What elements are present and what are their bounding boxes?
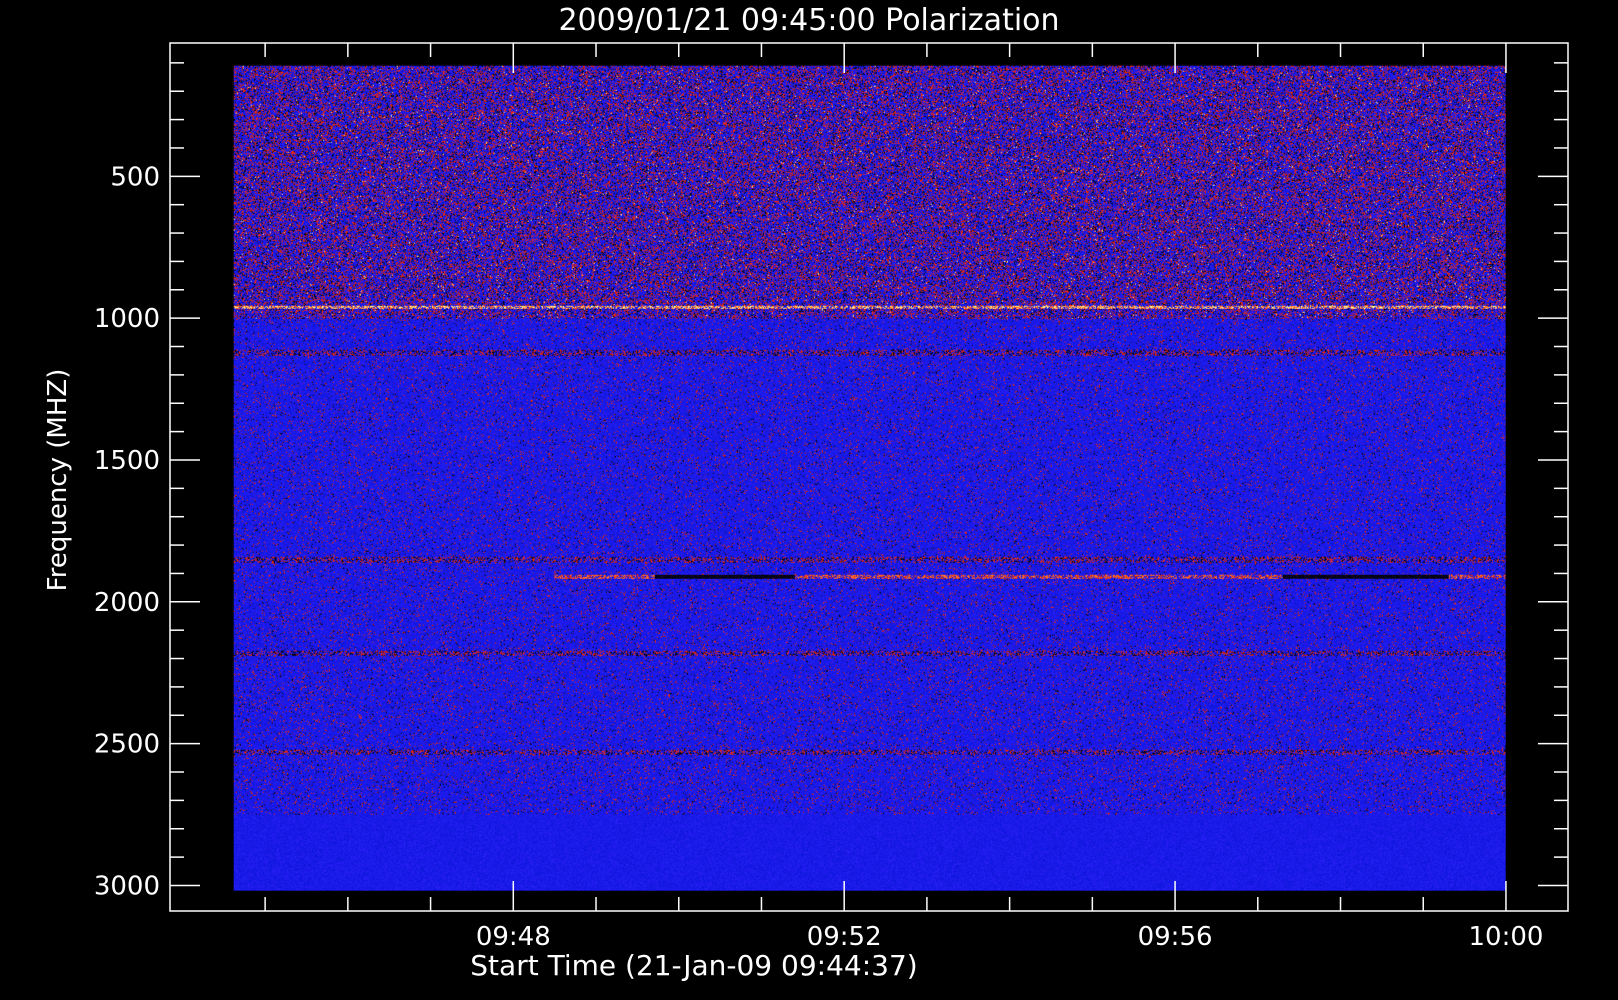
y-tick-label: 3000 xyxy=(94,871,160,901)
y-tick-label: 1500 xyxy=(94,446,160,476)
heatmap-image xyxy=(233,65,1506,891)
spectrogram-chart: 2009/01/21 09:45:00 Polarization 500 1000… xyxy=(43,3,1569,982)
heatmap xyxy=(233,65,1506,891)
y-tick-label: 500 xyxy=(110,162,160,192)
y-tick-label: 1000 xyxy=(94,304,160,334)
y-tick-label: 2000 xyxy=(94,588,160,618)
x-tick-label: 10:00 xyxy=(1468,922,1543,952)
x-axis-label: Start Time (21-Jan-09 09:44:37) xyxy=(470,949,917,982)
y-tick-label: 2500 xyxy=(94,730,160,760)
y-axis-label: Frequency (MHZ) xyxy=(43,369,73,592)
x-tick-label: 09:56 xyxy=(1138,922,1213,952)
chart-title: 2009/01/21 09:45:00 Polarization xyxy=(558,3,1059,38)
x-tick-label: 09:52 xyxy=(807,922,882,952)
x-tick-label: 09:48 xyxy=(476,922,551,952)
